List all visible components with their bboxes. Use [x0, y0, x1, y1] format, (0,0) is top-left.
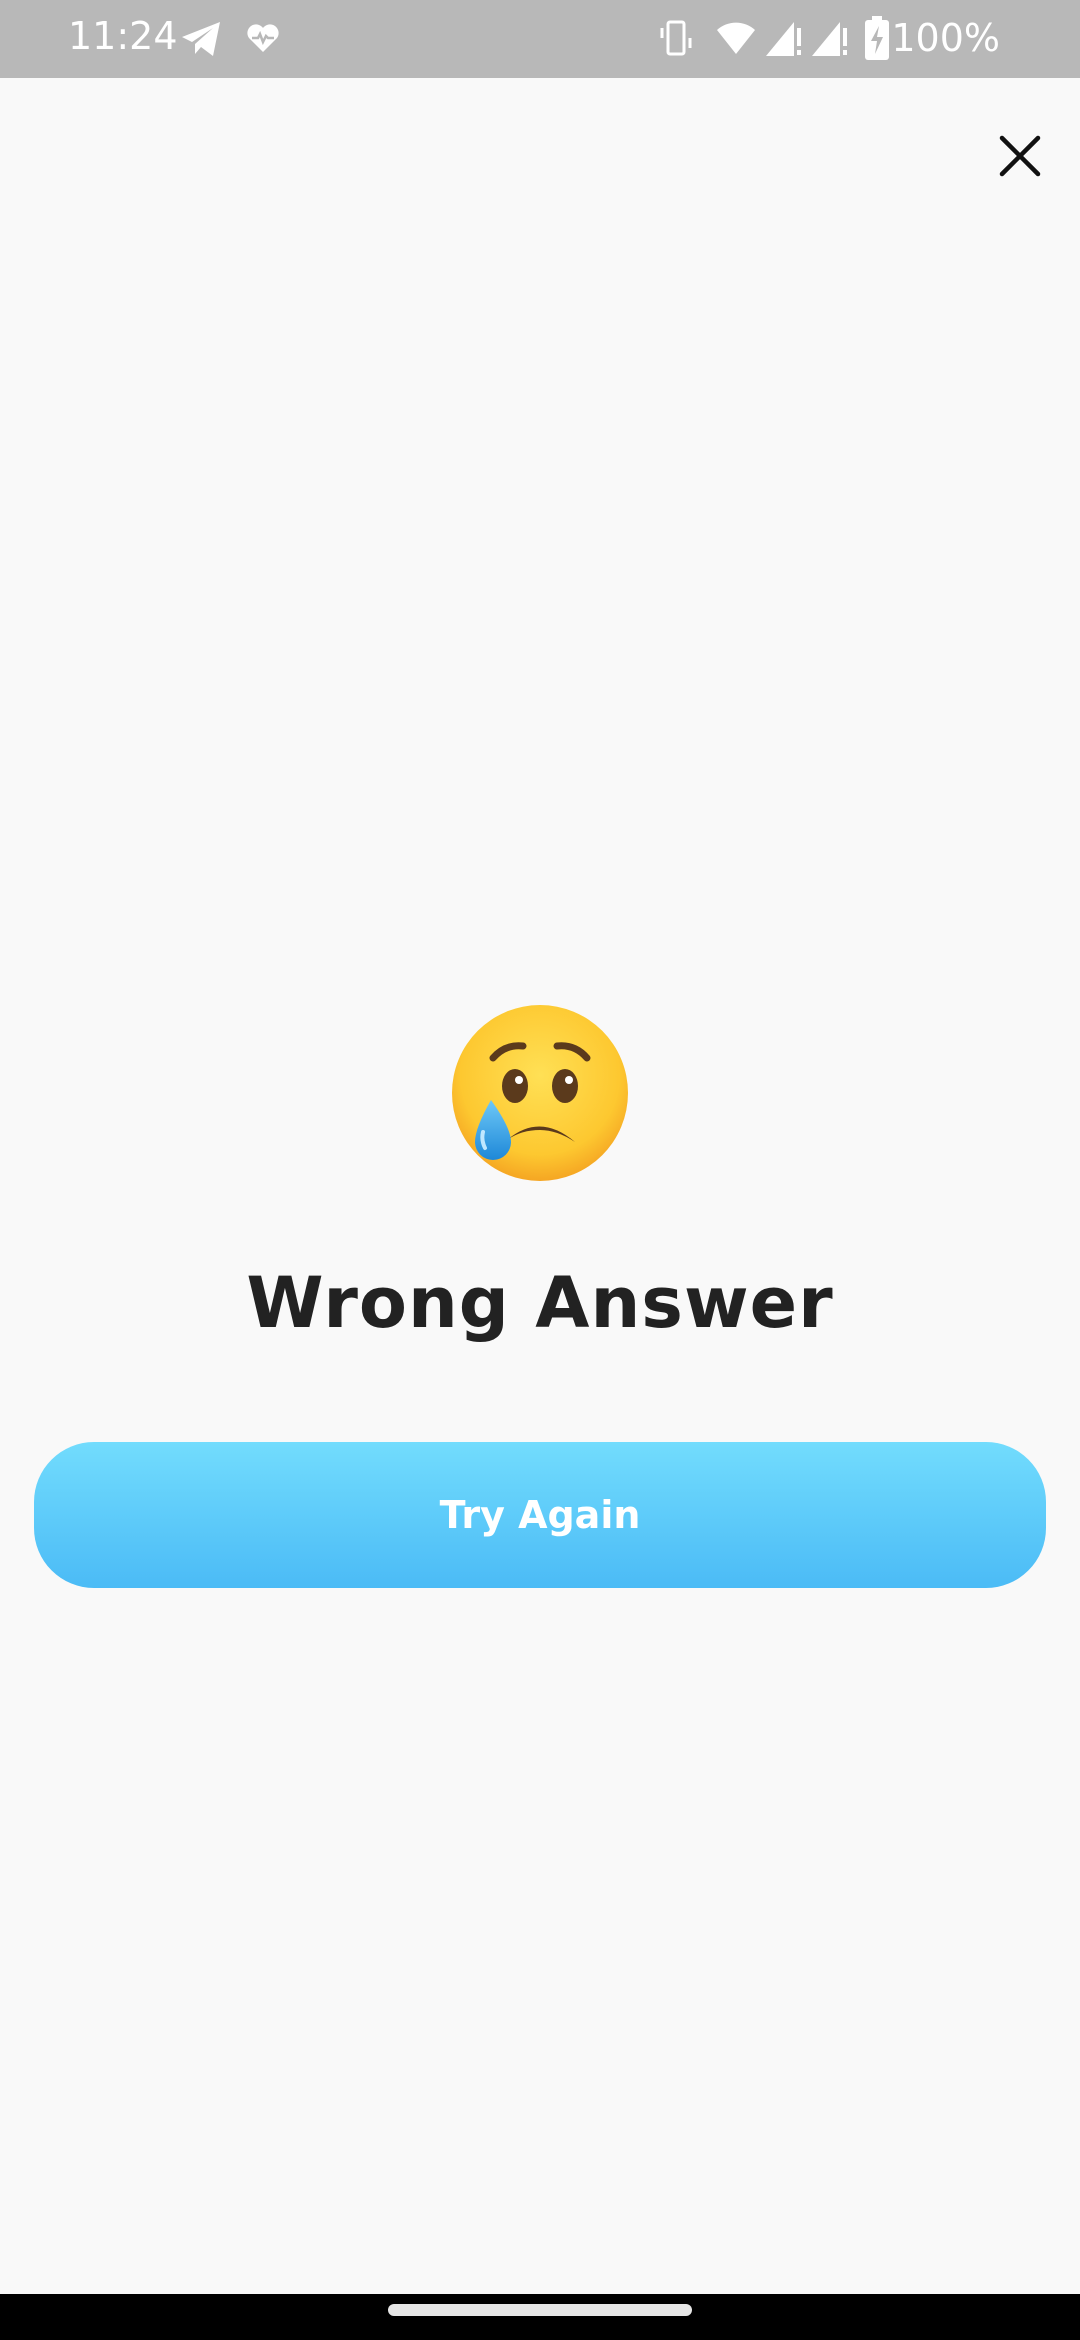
navigation-bar — [0, 2294, 1080, 2340]
crying-face-emoji — [445, 1000, 635, 1190]
home-handle[interactable] — [388, 2304, 692, 2316]
try-again-label: Try Again — [439, 1493, 641, 1537]
try-again-button[interactable]: Try Again — [34, 1442, 1046, 1588]
result-title: Wrong Answer — [246, 1262, 834, 1344]
health-icon — [246, 22, 280, 58]
close-icon — [998, 134, 1042, 182]
signal-icon — [764, 18, 804, 62]
wifi-icon — [716, 20, 756, 60]
signal-icon — [810, 18, 850, 62]
battery-percentage: 100% — [891, 16, 1000, 60]
close-button[interactable] — [980, 118, 1060, 198]
telegram-icon — [180, 20, 222, 62]
vibrate-icon — [658, 18, 694, 62]
status-time: 11:24 — [68, 14, 178, 58]
status-bar: 11:24 100% — [0, 0, 1080, 78]
battery-charging-icon — [864, 16, 890, 64]
